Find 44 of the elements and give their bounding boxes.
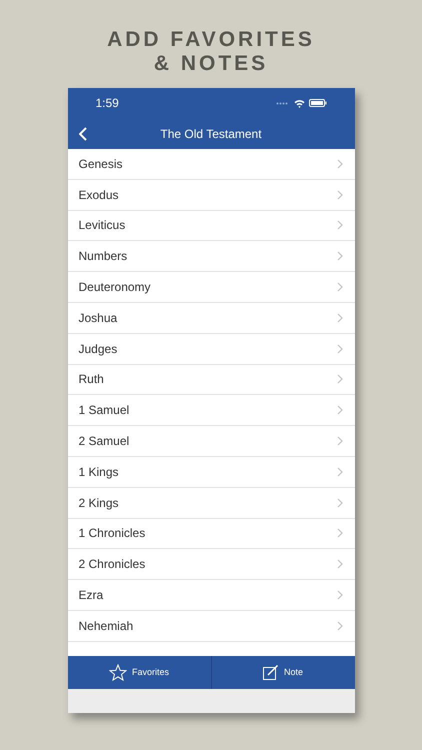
chevron-icon [336, 190, 342, 200]
chevron-icon [336, 528, 342, 538]
book-name[interactable]: 2 Kings [78, 494, 119, 512]
chevron-icon [336, 282, 342, 292]
book-name[interactable]: Exodus [78, 186, 119, 204]
chevron-icon [336, 620, 342, 631]
note-icon [262, 665, 279, 680]
chevron-icon [336, 251, 342, 262]
wifi-icon [294, 98, 304, 108]
book-name[interactable]: Ruth [78, 370, 104, 388]
book-name[interactable]: 1 Samuel [78, 401, 130, 420]
star-icon [108, 664, 127, 681]
status-time: 1:59 [96, 95, 119, 112]
chevron-icon [336, 344, 342, 354]
book-name[interactable]: Ezra [78, 586, 104, 604]
chevron-icon [336, 498, 342, 508]
battery-icon [308, 99, 326, 107]
book-name[interactable]: Leviticus [78, 216, 126, 234]
book-name[interactable]: Deuteronomy [78, 278, 151, 296]
book-name[interactable]: Joshua [78, 308, 118, 327]
signal-icon [276, 102, 290, 104]
book-name[interactable]: Judges [78, 340, 118, 358]
chevron-icon [336, 158, 342, 169]
chevron-icon [336, 220, 342, 230]
book-name[interactable]: 2 Chronicles [78, 555, 146, 574]
back-icon[interactable] [78, 126, 86, 140]
book-name[interactable]: Genesis [78, 154, 123, 173]
headline: ADD FAVORITES [107, 28, 315, 52]
book-name[interactable]: 2 Samuel [78, 432, 130, 450]
chevron-icon [336, 590, 342, 600]
chevron-icon [336, 559, 342, 570]
chevron-icon [336, 466, 342, 477]
book-name[interactable]: 1 Kings [78, 462, 119, 481]
favorites-button[interactable]: Favorites [68, 656, 210, 689]
chevron-icon [336, 436, 342, 446]
chevron-icon [336, 312, 342, 323]
book-name[interactable]: Nehemiah [78, 616, 134, 635]
headline: & NOTES [154, 52, 268, 76]
book-name[interactable]: 1 Chronicles [78, 524, 146, 542]
chevron-icon [336, 405, 342, 416]
chevron-icon [336, 374, 342, 384]
nav-title: The Old Testament [160, 126, 262, 142]
note-button[interactable]: Note [210, 656, 354, 689]
book-name[interactable]: Numbers [78, 247, 128, 266]
